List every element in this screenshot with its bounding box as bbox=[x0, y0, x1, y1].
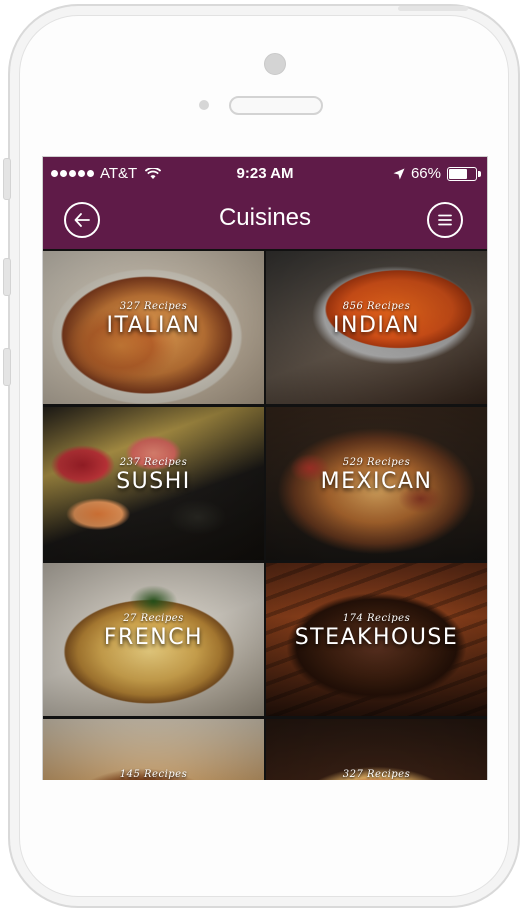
status-right: 66% bbox=[393, 165, 481, 182]
cuisine-name: MEXICAN bbox=[320, 469, 433, 494]
menu-button[interactable] bbox=[427, 202, 463, 238]
cuisine-tile-7[interactable]: 145 Recipes bbox=[43, 719, 264, 780]
cuisine-tile-sushi[interactable]: 237 Recipes SUSHI bbox=[43, 407, 264, 560]
cuisine-tile-steakhouse[interactable]: 174 Recipes STEAKHOUSE bbox=[266, 563, 487, 716]
volume-up-button bbox=[3, 258, 11, 296]
recipe-count: 327 Recipes bbox=[342, 769, 411, 780]
battery-percent: 66% bbox=[410, 165, 441, 182]
recipe-count: 27 Recipes bbox=[123, 613, 184, 624]
cuisine-tile-mexican[interactable]: 529 Recipes MEXICAN bbox=[266, 407, 487, 560]
recipe-count: 529 Recipes bbox=[342, 457, 411, 468]
recipe-count: 327 Recipes bbox=[119, 301, 188, 312]
nav-bar: Cuisines bbox=[43, 191, 487, 249]
cuisine-grid: 327 Recipes ITALIAN 856 Recipes INDIAN 2… bbox=[43, 251, 487, 780]
recipe-count: 237 Recipes bbox=[119, 457, 188, 468]
app-screen: AT&T 9:23 AM 66% Cuisines 327 Recipes IT… bbox=[42, 156, 488, 780]
battery-level-fill bbox=[449, 168, 468, 179]
front-camera bbox=[264, 53, 286, 75]
cuisine-tile-french[interactable]: 27 Recipes FRENCH bbox=[43, 563, 264, 716]
cuisine-name: FRENCH bbox=[103, 625, 204, 650]
cuisine-tile-indian[interactable]: 856 Recipes INDIAN bbox=[266, 251, 487, 404]
power-button bbox=[398, 6, 468, 11]
cuisine-name: STEAKHOUSE bbox=[294, 625, 459, 650]
cuisine-name: INDIAN bbox=[333, 313, 420, 338]
recipe-count: 856 Recipes bbox=[342, 301, 411, 312]
volume-down-button bbox=[3, 348, 11, 386]
location-arrow-icon bbox=[393, 168, 405, 179]
cuisine-tile-8[interactable]: 327 Recipes bbox=[266, 719, 487, 780]
cuisine-name: SUSHI bbox=[116, 469, 191, 494]
cuisine-tile-italian[interactable]: 327 Recipes ITALIAN bbox=[43, 251, 264, 404]
proximity-sensor bbox=[199, 100, 209, 110]
status-bar: AT&T 9:23 AM 66% bbox=[43, 157, 487, 191]
hamburger-menu-icon bbox=[438, 214, 452, 226]
recipe-count: 174 Recipes bbox=[342, 613, 411, 624]
battery-icon bbox=[447, 166, 481, 181]
cuisine-name: ITALIAN bbox=[106, 313, 201, 338]
page-title: Cuisines bbox=[218, 204, 312, 231]
recipe-count: 145 Recipes bbox=[119, 769, 188, 780]
earpiece-speaker bbox=[229, 96, 323, 115]
mute-switch bbox=[3, 158, 11, 200]
